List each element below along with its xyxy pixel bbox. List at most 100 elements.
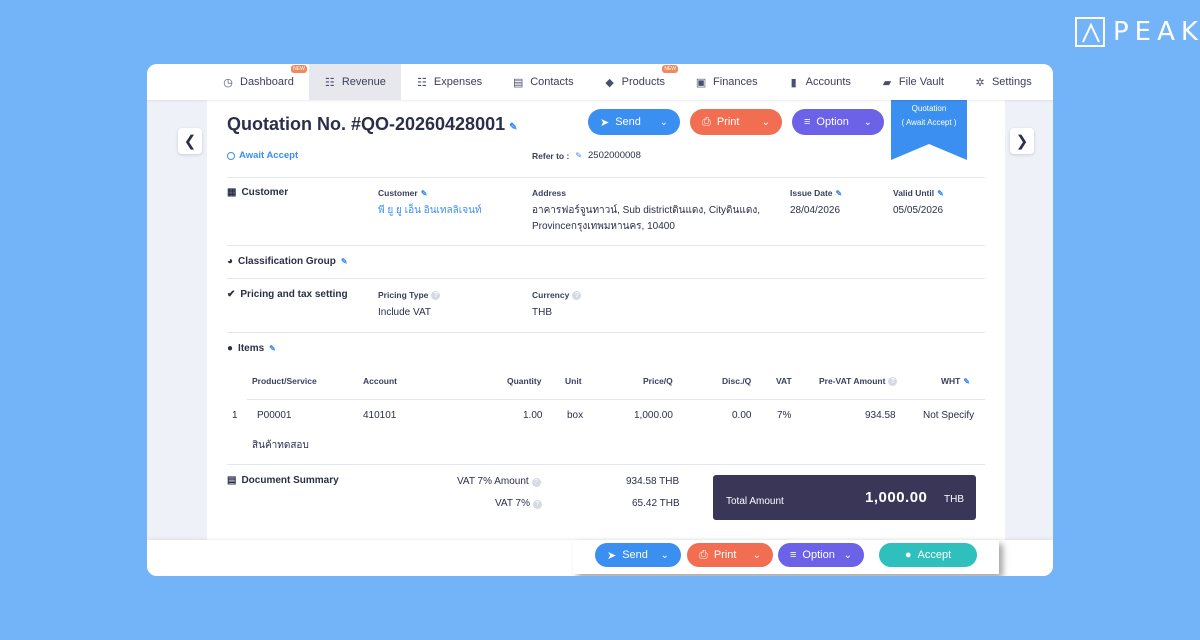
nav-label: Accounts (805, 76, 851, 88)
prevat-cell: 934.58 (865, 410, 896, 421)
section-label: Items (238, 343, 265, 354)
edit-pencil-icon[interactable]: ✎ (269, 344, 276, 353)
chevron-right-icon: ❯ (1015, 133, 1029, 150)
accept-label: Accept (917, 549, 952, 561)
chevron-left-icon: ❮ (183, 133, 197, 150)
section-label: Classification Group (238, 256, 336, 267)
currency-label: Currency? (532, 290, 582, 300)
nav-label: Settings (991, 76, 1032, 88)
pricing-type-value: Include VAT (378, 307, 431, 318)
column-header-prevat: Pre-VAT Amount? (819, 376, 898, 386)
refer-value: 2502000008 (588, 150, 641, 161)
new-badge: NEW (662, 65, 679, 73)
edit-pencil-icon[interactable]: ✎ (341, 257, 348, 266)
info-icon[interactable]: ? (572, 290, 582, 300)
product-code-link[interactable]: P00001 (257, 410, 291, 421)
folder-icon: ▰ (882, 76, 892, 89)
pricing-type-label: Pricing Type? (378, 290, 441, 300)
nav-label: Finances (713, 76, 758, 88)
nav-item-dashboard[interactable]: ◷ Dashboard NEW (207, 64, 309, 100)
total-amount-box: Total Amount 1,000.00 THB (713, 475, 976, 520)
total-currency: THB (944, 494, 964, 505)
print-label: Print (713, 549, 737, 561)
column-header-quantity: Quantity (507, 376, 542, 386)
accept-button[interactable]: ● Accept (879, 543, 977, 567)
row-number: 1 (232, 410, 238, 421)
print-button[interactable]: ⎙ Print ⌄ (690, 109, 782, 135)
info-icon[interactable]: ? (888, 376, 898, 386)
section-label: Pricing and tax setting (240, 289, 348, 300)
edit-pencil-icon[interactable]: ✎ (937, 189, 944, 198)
divider (227, 177, 985, 178)
previous-document-button[interactable]: ❮ (178, 128, 202, 154)
send-label: Send (622, 549, 648, 561)
valid-until-value: 05/05/2026 (893, 205, 944, 216)
status-badge: Await Accept (227, 150, 298, 161)
logo-text: PEAK (1113, 17, 1200, 47)
quantity-cell: 1.00 (523, 410, 543, 421)
edit-pencil-icon[interactable]: ✎ (836, 189, 843, 198)
next-document-button[interactable]: ❯ (1010, 128, 1034, 154)
edit-pencil-icon[interactable]: ✎ (421, 189, 428, 198)
printer-icon: ⎙ (702, 115, 711, 128)
nav-item-products[interactable]: ◆ Products NEW (589, 64, 680, 100)
nav-item-file-vault[interactable]: ▰ File Vault (866, 64, 959, 100)
quotation-document: Quotation No. #QO-20260428001 ✎ ➤ Send ⌄ … (207, 100, 1005, 540)
label-text: Issue Date (790, 188, 833, 198)
chat-bubble-icon: ● (904, 549, 912, 561)
clipboard-icon: ▤ (227, 475, 237, 486)
nav-item-contacts[interactable]: ▤ Contacts (497, 64, 588, 100)
send-label: Send (615, 116, 641, 128)
nav-item-expenses[interactable]: ☷ Expenses (401, 64, 497, 100)
product-description: สินค้าทดสอบ (252, 440, 309, 451)
divider (247, 399, 985, 400)
send-button[interactable]: ➤ Send ⌄ (588, 109, 680, 135)
label-text: VAT 7% (495, 498, 531, 509)
customer-name-link[interactable]: พี ยู ยู เอ็น อินเทลลิเจนท์ (378, 203, 482, 219)
divider (227, 278, 985, 279)
nav-item-settings[interactable]: ✲ Settings (959, 64, 1047, 100)
nav-item-finances[interactable]: ▣ Finances (680, 64, 773, 100)
info-icon[interactable]: ? (532, 500, 542, 509)
section-label: Customer (241, 187, 289, 198)
column-header-price: Price/Q (643, 376, 673, 386)
bottom-actions-group: ➤ Send ⌄ ⎙ Print ⌄ ≡ Option ⌄ ● Accept (573, 540, 999, 574)
edit-pencil-icon[interactable]: ✎ (575, 151, 582, 160)
chevron-down-icon: ⌄ (863, 116, 872, 128)
edit-pencil-icon[interactable]: ✎ (963, 377, 970, 386)
products-icon: ◆ (605, 76, 614, 89)
column-header-disc: Disc./Q (722, 376, 752, 386)
bottom-option-button[interactable]: ≡ Option ⌄ (778, 543, 864, 567)
chevron-down-icon: ⌄ (761, 116, 770, 128)
check-circle-icon: ✔ (227, 289, 236, 300)
column-header-account: Account (363, 376, 397, 386)
chevron-down-icon: ⌄ (660, 549, 669, 561)
info-icon[interactable]: ? (431, 290, 441, 300)
edit-pencil-icon[interactable]: ✎ (509, 122, 517, 133)
bottom-print-button[interactable]: ⎙ Print ⌄ (687, 543, 773, 567)
section-label: Document Summary (241, 475, 339, 486)
currency-value: THB (532, 307, 552, 318)
total-value: 1,000.00 (865, 489, 928, 506)
menu-icon: ≡ (790, 549, 797, 561)
label-text: VAT 7% Amount (457, 476, 529, 487)
menu-icon: ≡ (804, 116, 811, 128)
vat-value: 65.42 THB (632, 498, 680, 509)
bottom-send-button[interactable]: ➤ Send ⌄ (595, 543, 681, 567)
nav-item-accounts[interactable]: ▮ Accounts (773, 64, 866, 100)
nav-item-revenue[interactable]: ☷ Revenue (308, 64, 401, 100)
info-icon[interactable]: ? (531, 478, 541, 487)
customer-label: Customer ✎ (378, 188, 427, 198)
option-button[interactable]: ≡ Option ⌄ (792, 109, 884, 135)
accounts-icon: ▮ (790, 76, 797, 89)
new-badge: NEW (291, 65, 307, 73)
divider (227, 245, 985, 246)
expenses-icon: ☷ (416, 76, 427, 89)
wht-cell: Not Specify (923, 410, 975, 421)
refer-to: Refer to : ✎ 2502000008 (532, 150, 641, 161)
finances-icon: ▣ (695, 76, 707, 89)
bottom-action-bar: ➤ Send ⌄ ⎙ Print ⌄ ≡ Option ⌄ ● Accept (147, 540, 1053, 576)
gear-icon: ✲ (975, 76, 985, 89)
print-label: Print (716, 116, 740, 128)
vat-label: VAT 7% ? (495, 496, 542, 512)
